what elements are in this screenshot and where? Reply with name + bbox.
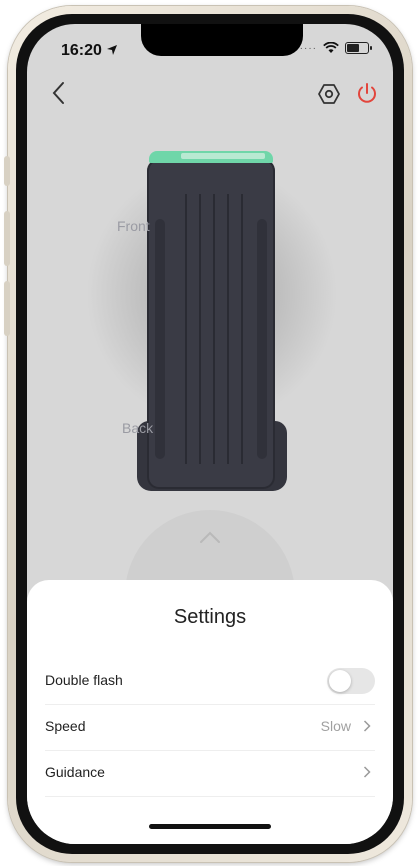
double-flash-label: Double flash xyxy=(45,672,123,688)
double-flash-toggle[interactable] xyxy=(327,668,375,694)
device-body xyxy=(147,159,275,489)
speed-label: Speed xyxy=(45,718,86,734)
status-time: 16:20 xyxy=(61,42,118,60)
device-groove xyxy=(241,194,243,464)
status-icons: ···· xyxy=(299,42,372,54)
status-time-text: 16:20 xyxy=(61,42,102,59)
back-chevron-icon[interactable] xyxy=(49,80,71,106)
device-groove xyxy=(213,194,215,464)
chevron-right-icon xyxy=(363,720,371,732)
toggle-knob xyxy=(329,670,351,692)
battery-icon xyxy=(345,42,372,54)
settings-title: Settings xyxy=(173,606,247,628)
screen: 16:20 ···· Front Back Settings Double fl… xyxy=(27,24,393,844)
front-label: Front xyxy=(117,218,150,234)
device-rail xyxy=(155,219,165,459)
device-rail xyxy=(257,219,267,459)
settings-sheet: Settings Double flash Speed Slow Guidanc… xyxy=(27,580,393,844)
notch xyxy=(141,24,303,56)
speed-row[interactable]: Speed Slow xyxy=(45,704,375,751)
device-status-light xyxy=(149,151,273,163)
location-arrow-icon xyxy=(107,45,118,55)
guidance-label: Guidance xyxy=(45,764,105,780)
chevron-right-icon xyxy=(363,766,371,778)
speed-value: Slow xyxy=(320,718,351,734)
device-groove xyxy=(185,194,187,464)
chevron-up-icon[interactable] xyxy=(199,530,221,544)
signal-dots-icon: ···· xyxy=(299,42,317,54)
side-button xyxy=(4,156,10,186)
guidance-row[interactable]: Guidance xyxy=(45,750,375,797)
side-button xyxy=(4,281,10,336)
power-icon[interactable] xyxy=(355,81,379,105)
device-illustration xyxy=(137,151,287,496)
double-flash-row: Double flash xyxy=(45,658,375,705)
hexagon-settings-icon[interactable] xyxy=(317,82,341,106)
side-button xyxy=(4,211,10,266)
wifi-icon xyxy=(323,42,339,53)
device-light-strip xyxy=(181,153,265,159)
home-indicator[interactable] xyxy=(149,824,271,829)
back-label: Back xyxy=(122,420,154,436)
device-groove xyxy=(199,194,201,464)
device-groove xyxy=(227,194,229,464)
